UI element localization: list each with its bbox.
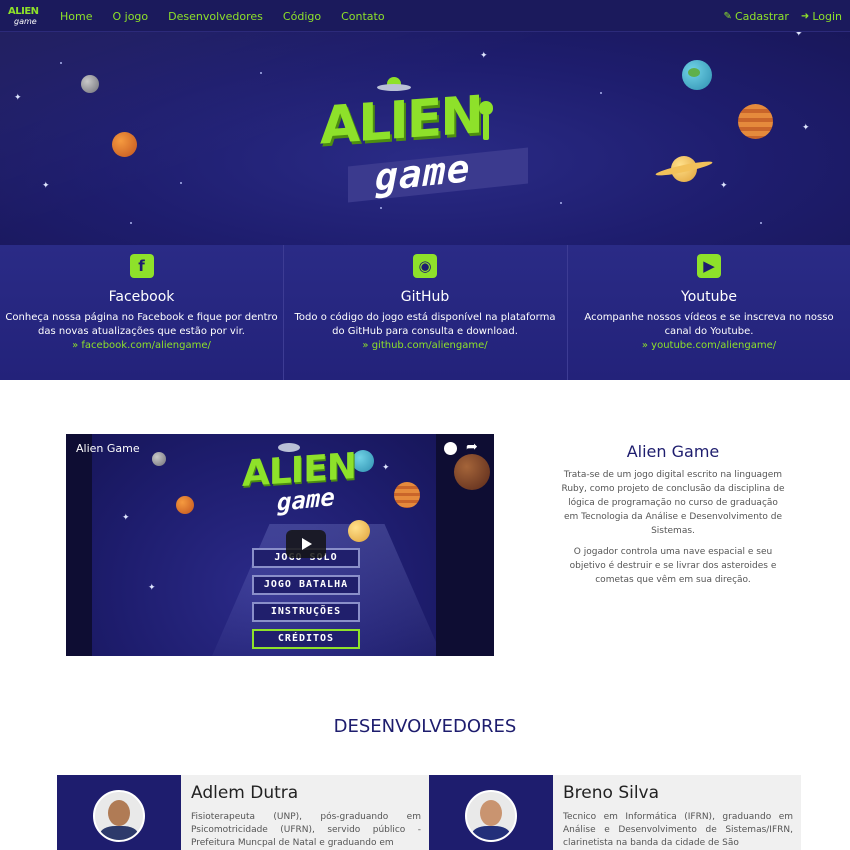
star-dot (600, 92, 602, 94)
striped-planet (394, 482, 420, 508)
social-title: Youtube (681, 289, 737, 305)
watch-later-icon[interactable] (444, 442, 457, 455)
nav-link-contato[interactable]: Contato (341, 10, 384, 23)
developer-photo-panel (57, 775, 181, 850)
login-label: Login (812, 9, 842, 23)
menu-creditos: CRÉDITOS (252, 629, 360, 649)
brand-logo-bottom: game (14, 17, 37, 26)
star-icon: ✦ (480, 51, 488, 61)
developer-name: Adlem Dutra (191, 783, 299, 803)
social-title: GitHub (400, 289, 450, 305)
about-title: Alien Game (626, 442, 720, 461)
alien-figure-icon (478, 101, 494, 141)
avatar (93, 790, 145, 842)
sign-in-icon: ➜ (800, 10, 810, 22)
video-logo-subtitle: game (277, 482, 335, 518)
login-link[interactable]: ➜ Login (801, 10, 842, 23)
top-navbar: ALIEN game Home O jogo Desenvolvedores C… (0, 0, 850, 32)
social-section: f Facebook Conheça nossa página no Faceb… (0, 245, 850, 380)
social-link[interactable]: » github.com/aliengame/ (284, 340, 566, 351)
youtube-icon[interactable]: ▶ (697, 254, 721, 278)
menu-jogo-batalha: JOGO BATALHA (252, 575, 360, 595)
blurred-planet (454, 454, 490, 490)
logo-subtitle: game (375, 145, 471, 201)
avatar (465, 790, 517, 842)
nav-account: ✎ Cadastrar ➜ Login (712, 0, 842, 32)
star-icon: ✦ (42, 181, 50, 191)
logo-title: ALIEN (320, 85, 482, 157)
video-letterbox-left (66, 434, 92, 656)
grey-planet (152, 452, 166, 466)
developers-heading: DESENVOLVEDORES (333, 716, 517, 737)
star-dot (560, 202, 562, 204)
video-player[interactable]: ✦ ✦ ✦ ALIEN game JOGO SOLO JOGO BATALHA … (66, 434, 494, 656)
social-github: ◉ GitHub Todo o código do jogo está disp… (283, 245, 566, 380)
developer-photo-panel (429, 775, 553, 850)
saturn-planet (654, 154, 714, 184)
nav-link-home[interactable]: Home (60, 10, 92, 23)
saturn-planet (348, 520, 370, 542)
earth-planet (682, 60, 712, 90)
social-text: Todo o código do jogo está disponível na… (294, 312, 556, 337)
developer-bio: Fisioterapeuta (UNP), pós-graduando em P… (191, 812, 421, 848)
star-icon: ✦ (382, 463, 390, 473)
star-dot (130, 222, 132, 224)
star-dot (180, 182, 182, 184)
video-frame: ✦ ✦ ✦ ALIEN game JOGO SOLO JOGO BATALHA … (92, 434, 442, 656)
nav-links: Home O jogo Desenvolvedores Código Conta… (60, 0, 405, 32)
signup-link[interactable]: ✎ Cadastrar (724, 10, 789, 23)
star-icon: ✦ (795, 32, 803, 39)
social-title: Facebook (108, 289, 175, 305)
alien-game-logo: ALIEN game (320, 77, 530, 203)
star-dot (760, 222, 762, 224)
menu-instrucoes: INSTRUÇÕES (252, 602, 360, 622)
star-icon: ✦ (148, 583, 156, 593)
star-icon: ✦ (14, 93, 22, 103)
nav-link-o-jogo[interactable]: O jogo (112, 10, 148, 23)
nav-link-codigo[interactable]: Código (283, 10, 321, 23)
signup-label: Cadastrar (734, 9, 789, 23)
github-icon[interactable]: ◉ (413, 254, 437, 278)
orange-planet (112, 132, 137, 157)
star-dot (260, 72, 262, 74)
play-button[interactable] (286, 530, 326, 558)
social-link[interactable]: » facebook.com/aliengame/ (0, 340, 283, 351)
developer-card: Adlem Dutra Fisioterapeuta (UNP), pós-gr… (57, 775, 429, 850)
social-text: Conheça nossa página no Facebook e fique… (5, 312, 278, 337)
social-facebook: f Facebook Conheça nossa página no Faceb… (0, 245, 283, 380)
social-youtube: ▶ Youtube Acompanhe nossos vídeos e se i… (567, 245, 850, 380)
facebook-icon[interactable]: f (129, 254, 154, 278)
brand-logo[interactable]: ALIEN game (8, 4, 39, 28)
star-icon: ✦ (802, 123, 810, 133)
hero-banner: ✦ ✦ ✦ ✦ ✦ ✦ ALIEN game (0, 32, 850, 245)
star-icon: ✦ (720, 181, 728, 191)
star-dot (380, 207, 382, 209)
star-dot (60, 62, 62, 64)
social-text: Acompanhe nossos vídeos e se inscreva no… (584, 312, 834, 337)
developer-card: Breno Silva Tecnico em Informática (IFRN… (429, 775, 801, 850)
star-icon: ✦ (122, 513, 130, 523)
striped-planet (738, 104, 773, 139)
social-link[interactable]: » youtube.com/aliengame/ (568, 340, 850, 351)
share-icon[interactable]: ➦ (466, 439, 478, 455)
nav-link-desenvolvedores[interactable]: Desenvolvedores (168, 10, 263, 23)
developer-name: Breno Silva (563, 783, 660, 803)
about-paragraph: O jogador controla uma nave espacial e s… (569, 547, 777, 585)
brand-logo-top: ALIEN (8, 6, 39, 17)
grey-planet (81, 75, 99, 93)
edit-icon: ✎ (723, 10, 732, 22)
about-paragraph: Trata-se de um jogo digital escrito na l… (561, 470, 785, 536)
developer-bio: Tecnico em Informática (IFRN), graduando… (563, 812, 793, 848)
video-title[interactable]: Alien Game (76, 442, 140, 455)
orange-planet (176, 496, 194, 514)
